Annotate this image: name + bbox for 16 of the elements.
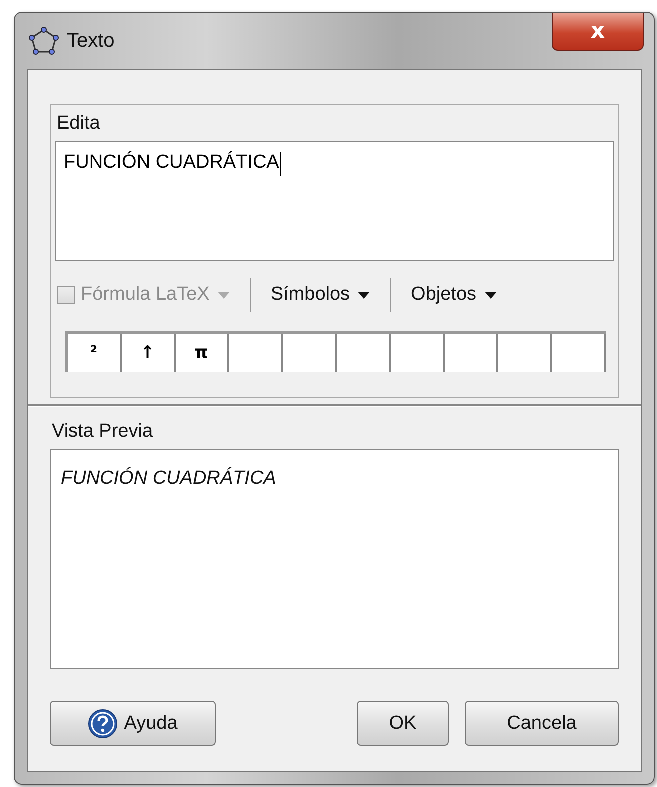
caret-icon	[358, 292, 370, 298]
preview-box: FUNCIÓN CUADRÁTICA	[50, 449, 619, 669]
text-input-field[interactable]: FUNCIÓN CUADRÁTICA	[55, 141, 614, 261]
close-button[interactable]: x	[552, 13, 644, 51]
caret-icon	[484, 292, 497, 298]
cancel-button[interactable]: Cancela	[465, 701, 619, 746]
edit-label: Edita	[57, 113, 102, 135]
preview-label: Vista Previa	[52, 421, 154, 443]
menu-dropdown[interactable]: Símbolos	[270, 284, 370, 306]
pentagon-icon	[29, 27, 59, 55]
ok-button[interactable]: OK	[357, 701, 449, 746]
menu-dropdown[interactable]: Objetos	[411, 284, 497, 306]
caret-icon	[218, 292, 230, 298]
help-button[interactable]: Ayuda	[50, 701, 216, 746]
window-title: Texto	[67, 30, 115, 52]
help-icon	[88, 708, 118, 738]
